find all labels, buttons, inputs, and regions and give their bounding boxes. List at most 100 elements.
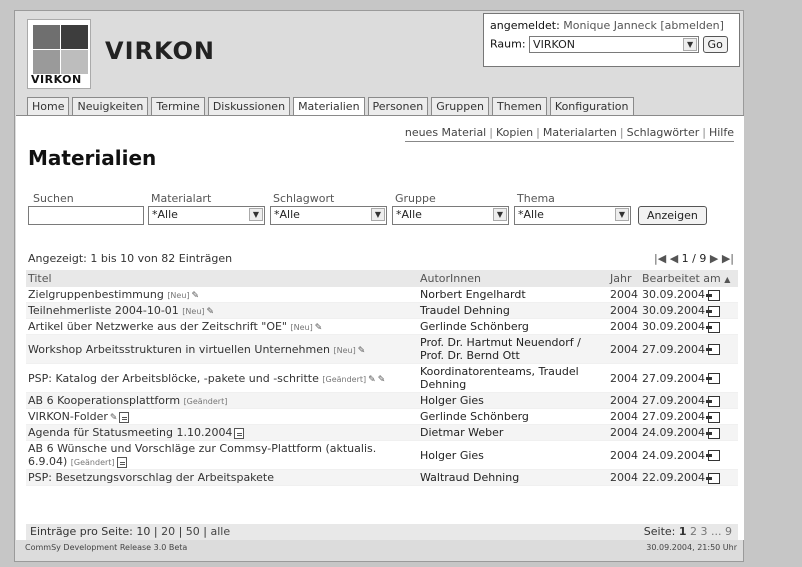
attachment-icon[interactable]: ✎ <box>368 375 376 385</box>
group-label: Gruppe <box>395 192 436 205</box>
edit-icon[interactable] <box>705 411 720 423</box>
row-title[interactable]: PSP: Besetzungsvorschlag der Arbeitspake… <box>26 469 418 486</box>
table-row[interactable]: Workshop Arbeitsstrukturen in virtuellen… <box>26 334 738 364</box>
other-pages[interactable]: 2 3 ... 9 <box>690 525 732 538</box>
attachment-icon[interactable]: ✎ <box>207 307 215 317</box>
row-title[interactable]: Zielgruppenbestimmung [Neu] ✎ <box>26 287 418 303</box>
row-title[interactable]: PSP: Katalog der Arbeitsblöcke, -pakete … <box>26 363 418 393</box>
tab-materialien[interactable]: Materialien <box>293 97 365 116</box>
topic-select-value: *Alle <box>518 208 544 221</box>
column-edited[interactable]: Bearbeitet am ▲ <box>640 270 738 287</box>
first-page-icon[interactable]: |◀ <box>654 252 666 265</box>
type-select[interactable]: *Alle ▼ <box>148 206 265 225</box>
app-frame: VIRKON VIRKON angemeldet: Monique Jannec… <box>14 10 744 562</box>
row-title[interactable]: Workshop Arbeitsstrukturen in virtuellen… <box>26 334 418 364</box>
copies-link[interactable]: Kopien <box>496 126 533 139</box>
attachment-icon[interactable]: ✎ <box>358 346 366 356</box>
row-year: 2004 <box>608 408 640 425</box>
row-year: 2004 <box>608 287 640 303</box>
table-row[interactable]: AB 6 Kooperationsplattform [Geändert] Hol… <box>26 392 738 409</box>
new-material-link[interactable]: neues Material <box>405 126 486 139</box>
edit-icon[interactable] <box>705 373 720 384</box>
keyword-select[interactable]: *Alle ▼ <box>270 206 387 225</box>
table-row[interactable]: Zielgruppenbestimmung [Neu] ✎ Norbert Enge… <box>26 287 738 303</box>
row-edited: 30.09.2004 <box>640 287 738 303</box>
tab-gruppen[interactable]: Gruppen <box>431 97 489 115</box>
release-info: CommSy Development Release 3.0 Beta <box>25 543 188 552</box>
chevron-down-icon: ▼ <box>615 208 629 221</box>
topic-select[interactable]: *Alle ▼ <box>514 206 631 225</box>
room-select-value: VIRKON <box>533 38 575 51</box>
per-page-50[interactable]: 50 <box>186 525 200 538</box>
search-input[interactable] <box>28 206 144 225</box>
row-author: Waltraud Dehning <box>418 469 608 486</box>
tab-konfiguration[interactable]: Konfiguration <box>549 97 634 115</box>
keywords-link[interactable]: Schlagwörter <box>627 126 700 139</box>
attachment-icon[interactable]: ✎ <box>378 375 386 385</box>
attachment-icon[interactable]: ✎ <box>110 413 118 423</box>
row-title[interactable]: Artikel über Netzwerke aus der Zeitschri… <box>26 318 418 335</box>
attachment-icon[interactable]: ✎ <box>315 323 323 333</box>
row-title[interactable]: AB 6 Kooperationsplattform [Geändert] <box>26 392 418 409</box>
room-select[interactable]: VIRKON ▼ <box>529 36 700 53</box>
login-box: angemeldet: Monique Janneck [abmelden] R… <box>483 13 740 67</box>
material-types-link[interactable]: Materialarten <box>543 126 617 139</box>
column-year[interactable]: Jahr <box>608 270 640 287</box>
per-page-all[interactable]: alle <box>211 525 231 538</box>
group-select[interactable]: *Alle ▼ <box>392 206 509 225</box>
content-panel: neues Material | Kopien | Materialarten | Schl… <box>16 115 744 540</box>
edit-icon[interactable] <box>705 450 720 461</box>
row-edited: 24.09.2004 <box>640 424 738 441</box>
document-icon[interactable] <box>234 427 245 439</box>
edit-icon[interactable] <box>705 321 720 333</box>
row-year: 2004 <box>608 392 640 409</box>
last-page-icon[interactable]: ▶| <box>722 252 734 265</box>
go-button[interactable]: Go <box>702 36 728 53</box>
row-title[interactable]: Agenda für Statusmeeting 1.10.2004 <box>26 424 418 441</box>
next-page-icon[interactable]: ▶ <box>710 252 718 265</box>
edit-icon[interactable] <box>705 427 720 439</box>
edit-icon[interactable] <box>705 472 720 484</box>
column-author[interactable]: AutorInnen <box>418 270 608 287</box>
tab-diskussionen[interactable]: Diskussionen <box>207 97 291 115</box>
prev-page-icon[interactable]: ◀ <box>670 252 678 265</box>
status-datetime: 30.09.2004, 21:50 Uhr <box>646 543 737 552</box>
tab-neuigkeiten[interactable]: Neuigkeiten <box>72 97 149 115</box>
edit-icon[interactable] <box>705 289 720 301</box>
row-title[interactable]: VIRKON-Folder ✎ <box>26 408 418 425</box>
row-title[interactable]: AB 6 Wünsche und Vorschläge zur Commsy-P… <box>26 440 418 470</box>
row-edited: 22.09.2004 <box>640 469 738 486</box>
chevron-down-icon: ▼ <box>493 208 507 221</box>
table-row[interactable]: PSP: Katalog der Arbeitsblöcke, -pakete … <box>26 363 738 393</box>
page-title: Materialien <box>28 146 157 170</box>
table-row[interactable]: Artikel über Netzwerke aus der Zeitschri… <box>26 318 738 335</box>
chevron-down-icon: ▼ <box>683 38 698 51</box>
table-row[interactable]: Agenda für Statusmeeting 1.10.2004 Dietma… <box>26 424 738 441</box>
tab-themen[interactable]: Themen <box>491 97 547 115</box>
document-icon[interactable] <box>116 456 127 468</box>
column-title[interactable]: Titel <box>26 270 418 287</box>
tab-personen[interactable]: Personen <box>367 97 429 115</box>
row-year: 2004 <box>608 334 640 364</box>
table-row[interactable]: PSP: Besetzungsvorschlag der Arbeitspake… <box>26 469 738 486</box>
tab-home[interactable]: Home <box>27 97 70 115</box>
edit-icon[interactable] <box>705 395 720 407</box>
help-link[interactable]: Hilfe <box>709 126 734 139</box>
per-page-10[interactable]: 10 <box>136 525 150 538</box>
attachment-icon[interactable]: ✎ <box>192 291 200 301</box>
logout-link[interactable]: [abmelden] <box>660 19 724 32</box>
table-row[interactable]: VIRKON-Folder ✎ Gerlinde Schönberg 2004 27.0… <box>26 408 738 425</box>
tab-termine[interactable]: Termine <box>151 97 205 115</box>
table-row[interactable]: Teilnehmerliste 2004-10-01 [Neu] ✎ Traudel… <box>26 302 738 319</box>
edit-icon[interactable] <box>705 305 720 317</box>
row-title[interactable]: Teilnehmerliste 2004-10-01 [Neu] ✎ <box>26 302 418 319</box>
status-tag: [Geändert] <box>183 397 228 406</box>
row-author: Gerlinde Schönberg <box>418 408 608 425</box>
edit-icon[interactable] <box>705 344 720 355</box>
row-year: 2004 <box>608 424 640 441</box>
table-row[interactable]: AB 6 Wünsche und Vorschläge zur Commsy-P… <box>26 440 738 470</box>
document-icon[interactable] <box>119 411 130 423</box>
show-button[interactable]: Anzeigen <box>638 206 707 225</box>
type-select-value: *Alle <box>152 208 178 221</box>
per-page-20[interactable]: 20 <box>161 525 175 538</box>
